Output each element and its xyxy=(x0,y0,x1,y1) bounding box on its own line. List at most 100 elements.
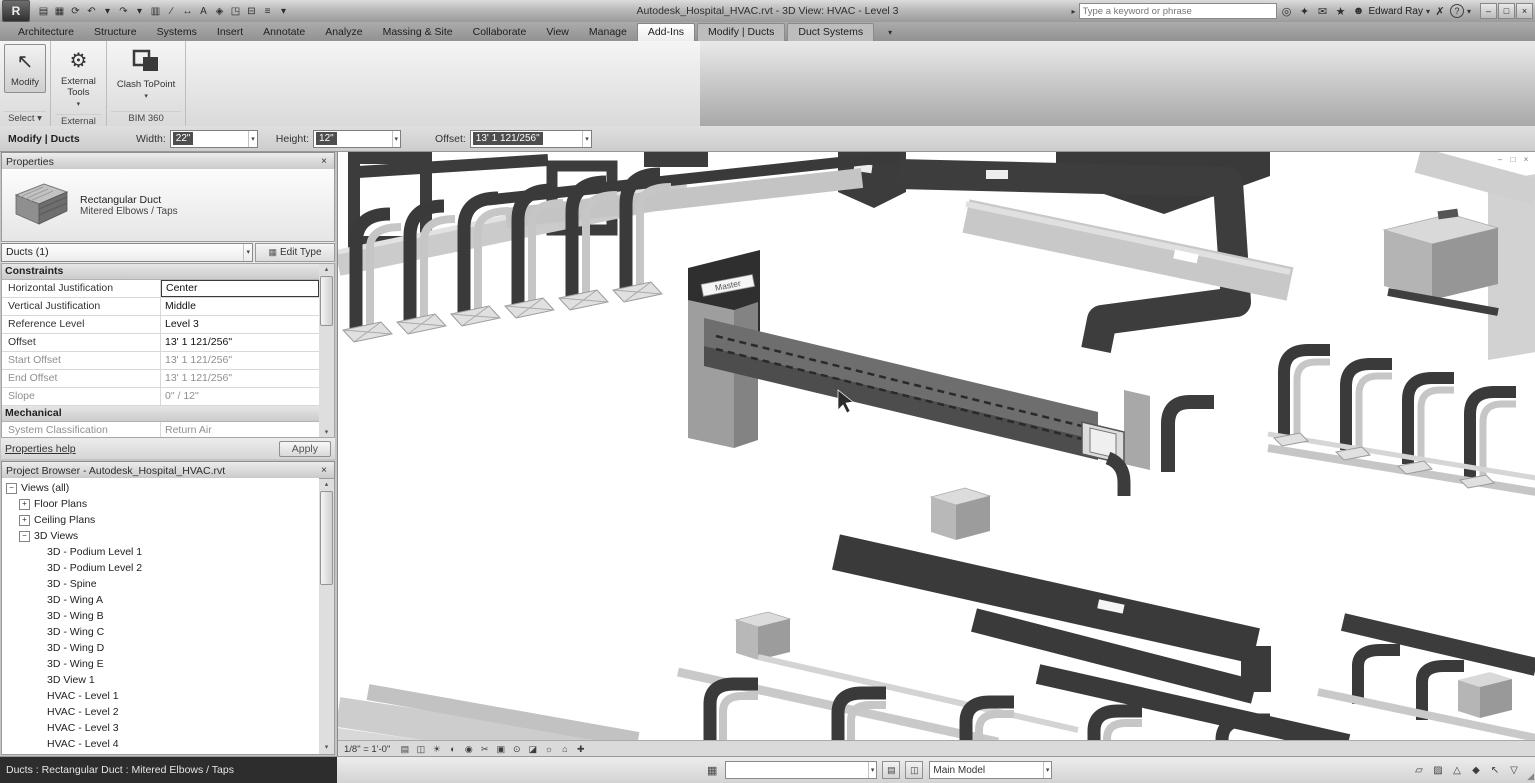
measure-icon[interactable]: ∕ xyxy=(164,3,179,19)
apply-button[interactable]: Apply xyxy=(278,440,331,457)
tab-structure[interactable]: Structure xyxy=(84,24,147,41)
tab-duct-systems[interactable]: Duct Systems xyxy=(787,23,875,41)
tree-item-floor-plans[interactable]: + Floor Plans xyxy=(2,496,319,512)
modify-button[interactable]: ↖ Modify xyxy=(4,44,46,93)
tree-item-3d-views[interactable]: −3D Views xyxy=(2,528,319,544)
drag-on-selection-icon[interactable]: ↖ xyxy=(1488,763,1502,777)
aligned-dimension-icon[interactable]: ↔ xyxy=(180,3,195,19)
property-value-start-offset[interactable]: 13' 1 121/256" xyxy=(161,352,319,369)
save-icon[interactable]: ▦ xyxy=(52,3,67,19)
crop-view-icon[interactable]: ✂ xyxy=(478,743,491,756)
offset-caret-icon[interactable]: ▾ xyxy=(582,130,591,147)
property-value-slope[interactable]: 0" / 12" xyxy=(161,388,319,405)
favorites-icon[interactable]: ★ xyxy=(1334,5,1348,18)
active-workset-field[interactable]: ▾ xyxy=(725,761,878,779)
tree-item-3d-wing-d[interactable]: 3D - Wing D xyxy=(2,640,319,656)
browser-scrollbar[interactable]: ▴ ▾ xyxy=(319,478,335,755)
tree-item-3d-podium-level-1[interactable]: 3D - Podium Level 1 xyxy=(2,544,319,560)
drawing-area[interactable]: Master – □ × 1/8" = 1'-0" ▤ ◫ ☀ ◐ ◉ ✂ ▣ … xyxy=(337,152,1535,757)
property-value-horizontal-justification[interactable]: Center xyxy=(161,280,319,297)
default-3d-view-icon[interactable]: ◳ xyxy=(228,3,243,19)
element-filter-combo[interactable]: Ducts (1) ▾ xyxy=(1,242,253,262)
tab-view[interactable]: View xyxy=(536,24,579,41)
tree-toggle-icon[interactable]: + xyxy=(19,514,30,526)
close-button[interactable]: × xyxy=(1516,3,1533,19)
filter-icon[interactable]: ▽ xyxy=(1507,763,1521,777)
property-value-reference-level[interactable]: Level 3 xyxy=(161,316,319,333)
tab-annotate[interactable]: Annotate xyxy=(253,24,315,41)
resize-grip[interactable]: ◢ xyxy=(1527,771,1534,782)
tree-item-3d-wing-c[interactable]: 3D - Wing C xyxy=(2,624,319,640)
restore-button[interactable]: □ xyxy=(1498,3,1515,19)
search-icon[interactable]: ◎ xyxy=(1280,5,1294,18)
select-pinned-icon[interactable]: △ xyxy=(1450,763,1464,777)
visual-style-icon[interactable]: ◫ xyxy=(414,743,427,756)
reveal-hidden-elements-icon[interactable]: ☼ xyxy=(542,743,555,756)
offset-combo[interactable]: 13' 1 121/256" ▾ xyxy=(469,129,592,148)
tree-scroll-thumb[interactable] xyxy=(320,491,333,585)
group-header-constraints[interactable]: Constraints xyxy=(2,264,319,280)
detail-level-icon[interactable]: ▤ xyxy=(398,743,411,756)
editable-only-icon[interactable]: ▦ xyxy=(707,764,717,777)
thin-lines-icon[interactable]: ≡ xyxy=(260,3,275,19)
user-menu-caret-icon[interactable]: ▾ xyxy=(1426,7,1430,16)
clash-topoint-caret-icon[interactable]: ▾ xyxy=(144,91,148,102)
communication-center-icon[interactable]: ✉ xyxy=(1316,5,1330,18)
scroll-up-icon[interactable]: ▴ xyxy=(325,264,329,276)
tree-scroll-down-icon[interactable]: ▾ xyxy=(325,742,329,754)
workset-caret-icon[interactable]: ▾ xyxy=(867,762,877,778)
properties-help-link[interactable]: Properties help xyxy=(5,443,76,455)
model-3d-view[interactable]: Master xyxy=(338,152,1535,742)
tab-insert[interactable]: Insert xyxy=(207,24,253,41)
select-links-icon[interactable]: ▱ xyxy=(1412,763,1426,777)
select-by-face-icon[interactable]: ◆ xyxy=(1469,763,1483,777)
tree-item-3d-wing-a[interactable]: 3D - Wing A xyxy=(2,592,319,608)
tree-item-hvac-level-1[interactable]: HVAC - Level 1 xyxy=(2,688,319,704)
qat-customize-caret-icon[interactable]: ▾ xyxy=(276,3,291,19)
tab-systems[interactable]: Systems xyxy=(147,24,207,41)
rendering-dialog-icon[interactable]: ◉ xyxy=(462,743,475,756)
property-value-offset[interactable]: 13' 1 121/256" xyxy=(161,334,319,351)
worksets-icon[interactable]: ▤ xyxy=(882,761,901,779)
tree-item-3d-wing-e[interactable]: 3D - Wing E xyxy=(2,656,319,672)
clash-topoint-button[interactable]: Clash ToPoint ▾ xyxy=(111,44,181,106)
section-icon[interactable]: ⊟ xyxy=(244,3,259,19)
lock-3d-view-icon[interactable]: ⊙ xyxy=(510,743,523,756)
sync-with-central-icon[interactable]: ⟳ xyxy=(68,3,83,19)
property-value-end-offset[interactable]: 13' 1 121/256" xyxy=(161,370,319,387)
external-tools-caret-icon[interactable]: ▾ xyxy=(77,99,81,110)
help-caret-icon[interactable]: ▾ xyxy=(1467,7,1471,16)
scroll-thumb[interactable] xyxy=(320,276,333,326)
view-close-icon[interactable]: × xyxy=(1521,155,1531,164)
tree-item-hvac-level-5[interactable]: HVAC - Level 5 xyxy=(2,752,319,754)
tree-item-3d-wing-b[interactable]: 3D - Wing B xyxy=(2,608,319,624)
tree-item-hvac-level-2[interactable]: HVAC - Level 2 xyxy=(2,704,319,720)
scale-button[interactable]: 1/8" = 1'-0" xyxy=(344,744,390,755)
redo-icon[interactable]: ↷ xyxy=(116,3,131,19)
subscription-center-icon[interactable]: ✦ xyxy=(1298,5,1312,18)
show-crop-region-icon[interactable]: ▣ xyxy=(494,743,507,756)
tree-item-hvac-level-4[interactable]: HVAC - Level 4 xyxy=(2,736,319,752)
print-icon[interactable]: ▥ xyxy=(148,3,163,19)
type-selector[interactable]: Rectangular Duct Mitered Elbows / Taps xyxy=(1,169,335,242)
properties-close-icon[interactable]: × xyxy=(318,156,330,167)
shadows-icon[interactable]: ◐ xyxy=(446,743,459,756)
text-icon[interactable]: A xyxy=(196,3,211,19)
property-value-vertical-justification[interactable]: Middle xyxy=(161,298,319,315)
analytical-model-icon[interactable]: ⌂ xyxy=(558,743,571,756)
width-caret-icon[interactable]: ▾ xyxy=(248,130,257,147)
sign-in-user-icon[interactable]: ☻ xyxy=(1352,5,1366,17)
redo-caret-icon[interactable]: ▾ xyxy=(132,3,147,19)
external-tools-button[interactable]: ⚙ External Tools ▾ xyxy=(55,44,102,114)
tree-item-hvac-level-3[interactable]: HVAC - Level 3 xyxy=(2,720,319,736)
sun-path-icon[interactable]: ☀ xyxy=(430,743,443,756)
selected-duct[interactable] xyxy=(704,318,1131,496)
tree-toggle-icon[interactable]: − xyxy=(6,482,17,494)
height-caret-icon[interactable]: ▾ xyxy=(391,130,401,147)
displacement-sets-icon[interactable]: ✚ xyxy=(574,743,587,756)
temporary-hide-isolate-icon[interactable]: ◪ xyxy=(526,743,539,756)
browser-close-icon[interactable]: × xyxy=(318,465,330,476)
tab-modify-ducts[interactable]: Modify | Ducts xyxy=(697,23,786,41)
group-header-mechanical[interactable]: Mechanical xyxy=(2,406,319,422)
height-combo[interactable]: 12" ▾ xyxy=(313,129,402,148)
